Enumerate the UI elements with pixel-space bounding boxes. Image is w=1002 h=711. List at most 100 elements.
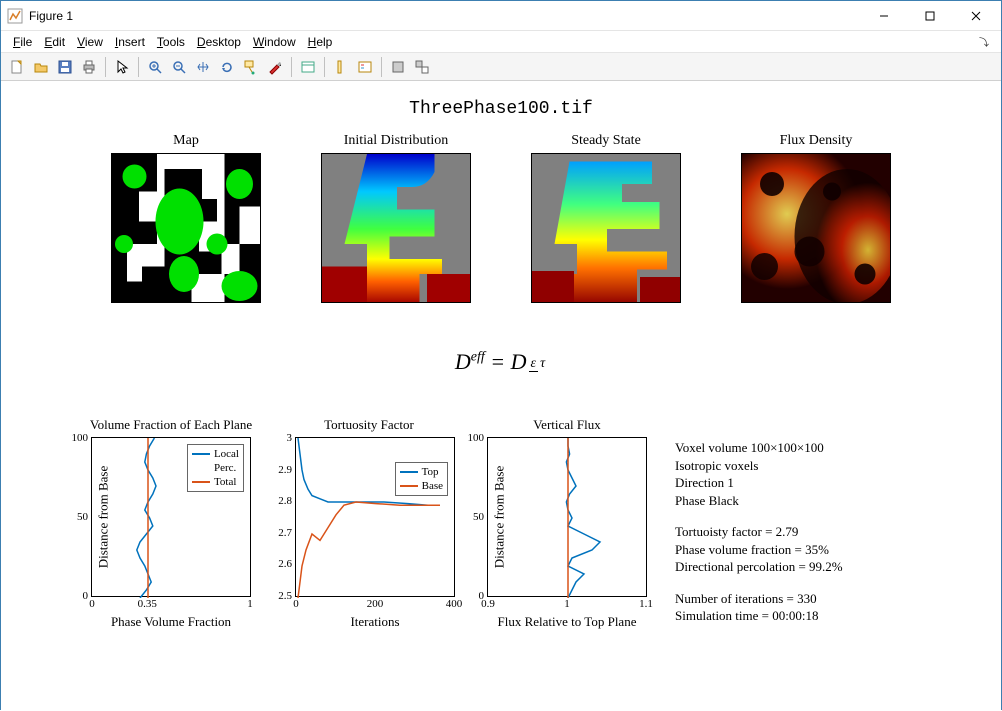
ytick: 50	[473, 511, 488, 523]
map-image[interactable]	[111, 153, 261, 303]
zoom-out-button[interactable]	[167, 55, 191, 79]
xtick: 200	[367, 596, 384, 610]
save-button[interactable]	[53, 55, 77, 79]
chart-tortuosity[interactable]: Tortuosity Factor Iterations 2.5 2.6 2.7…	[279, 421, 459, 621]
main-title: ThreePhase100.tif	[1, 99, 1001, 119]
panel-title: Steady State	[526, 133, 686, 149]
legend-label: Total	[214, 475, 236, 489]
legend-label: Base	[422, 479, 443, 493]
xtick: 0.9	[481, 596, 495, 610]
zoom-in-button[interactable]	[143, 55, 167, 79]
xtick: 0	[293, 596, 299, 610]
xtick: 0.35	[138, 596, 157, 610]
panel-flux: Flux Density	[736, 133, 896, 303]
menu-help[interactable]: Help	[304, 33, 337, 51]
toolbar-separator	[138, 57, 139, 77]
show-plot-tools-button[interactable]	[410, 55, 434, 79]
print-button[interactable]	[77, 55, 101, 79]
panel-title: Flux Density	[736, 133, 896, 149]
maximize-button[interactable]	[907, 1, 953, 31]
menu-file[interactable]: File	[9, 33, 36, 51]
toolbar-separator	[291, 57, 292, 77]
link-button[interactable]	[296, 55, 320, 79]
menubar: File Edit View Insert Tools Desktop Wind…	[1, 31, 1001, 53]
pan-button[interactable]	[191, 55, 215, 79]
panel-map: Map	[106, 133, 266, 303]
toolbar-separator	[105, 57, 106, 77]
chart-row: Volume Fraction of Each Plane Distance f…	[81, 421, 961, 639]
colorbar-button[interactable]	[329, 55, 353, 79]
figure-content: ThreePhase100.tif Map	[1, 81, 1001, 711]
ytick: 3	[287, 432, 297, 444]
chart-legend[interactable]: Top Base	[395, 462, 448, 496]
info-panel: Voxel volume 100×100×100 Isotropic voxel…	[675, 421, 961, 639]
steady-state-image[interactable]	[531, 153, 681, 303]
legend-label: Local	[214, 447, 239, 461]
panel-row: Map Initial Dis	[1, 133, 1001, 303]
info-line: Number of iterations = 330	[675, 590, 961, 608]
ytick: 2.8	[278, 495, 296, 507]
close-button[interactable]	[953, 1, 999, 31]
minimize-button[interactable]	[861, 1, 907, 31]
panel-steady: Steady State	[526, 133, 686, 303]
info-line: Direction 1	[675, 474, 961, 492]
ytick: 2.6	[278, 558, 296, 570]
hide-plot-tools-button[interactable]	[386, 55, 410, 79]
equation-rhs-D: D	[511, 349, 527, 374]
info-line: Tortuoisty factor = 2.79	[675, 523, 961, 541]
menu-edit[interactable]: Edit	[40, 33, 69, 51]
info-block-1: Voxel volume 100×100×100 Isotropic voxel…	[675, 439, 961, 509]
menu-view[interactable]: View	[73, 33, 107, 51]
panel-initial: Initial Distribution	[316, 133, 476, 303]
info-block-2: Tortuoisty factor = 2.79 Phase volume fr…	[675, 523, 961, 576]
xlabel: Flux Relative to Top Plane	[488, 614, 646, 630]
open-button[interactable]	[29, 55, 53, 79]
info-block-3: Number of iterations = 330 Simulation ti…	[675, 590, 961, 625]
legend-label: Top	[422, 465, 439, 479]
rotate-button[interactable]	[215, 55, 239, 79]
menu-window[interactable]: Window	[249, 33, 300, 51]
xtick: 1.1	[639, 596, 653, 610]
toolbar-separator	[381, 57, 382, 77]
titlebar: Figure 1	[1, 1, 1001, 31]
brush-button[interactable]	[263, 55, 287, 79]
xlabel: Phase Volume Fraction	[92, 614, 250, 630]
pointer-button[interactable]	[110, 55, 134, 79]
ytick: 100	[468, 432, 489, 444]
panel-title: Map	[106, 133, 266, 149]
info-line: Phase volume fraction = 35%	[675, 541, 961, 559]
window-buttons	[861, 1, 999, 31]
menu-desktop[interactable]: Desktop	[193, 33, 245, 51]
legend-button[interactable]	[353, 55, 377, 79]
info-line: Isotropic voxels	[675, 457, 961, 475]
initial-distribution-image[interactable]	[321, 153, 471, 303]
ytick: 2.9	[278, 464, 296, 476]
datatip-button[interactable]	[239, 55, 263, 79]
info-line: Directional percolation = 99.2%	[675, 558, 961, 576]
xtick: 400	[446, 596, 463, 610]
app-icon	[7, 8, 23, 24]
chart-title: Volume Fraction of Each Plane	[81, 417, 261, 433]
equation: Deff = Dετ	[1, 349, 1001, 375]
equation-lhs-D: D	[455, 349, 471, 374]
menu-tools[interactable]: Tools	[153, 33, 189, 51]
chart-axes: Distance from Base Phase Volume Fraction…	[91, 437, 251, 597]
chart-axes: Iterations 2.5 2.6 2.7 2.8 2.9 3 0 200 4…	[295, 437, 455, 597]
equation-fraction: ετ	[529, 356, 548, 372]
chart-legend[interactable]: Local Perc. Total	[187, 444, 244, 492]
toolbar-separator	[324, 57, 325, 77]
equation-sup: eff	[471, 350, 485, 365]
menu-overflow-icon[interactable]: ⤵	[975, 34, 993, 49]
ytick: 50	[77, 511, 92, 523]
xlabel: Iterations	[296, 614, 454, 630]
window-title: Figure 1	[29, 9, 861, 23]
chart-axes: Distance from Base Flux Relative to Top …	[487, 437, 647, 597]
chart-volume-fraction[interactable]: Volume Fraction of Each Plane Distance f…	[81, 421, 261, 621]
info-line: Voxel volume 100×100×100	[675, 439, 961, 457]
flux-density-image[interactable]	[741, 153, 891, 303]
chart-vertical-flux[interactable]: Vertical Flux Distance from Base Flux Re…	[477, 421, 657, 621]
equation-eq: =	[485, 349, 511, 374]
new-figure-button[interactable]	[5, 55, 29, 79]
menu-insert[interactable]: Insert	[111, 33, 149, 51]
xtick: 1	[564, 596, 570, 610]
